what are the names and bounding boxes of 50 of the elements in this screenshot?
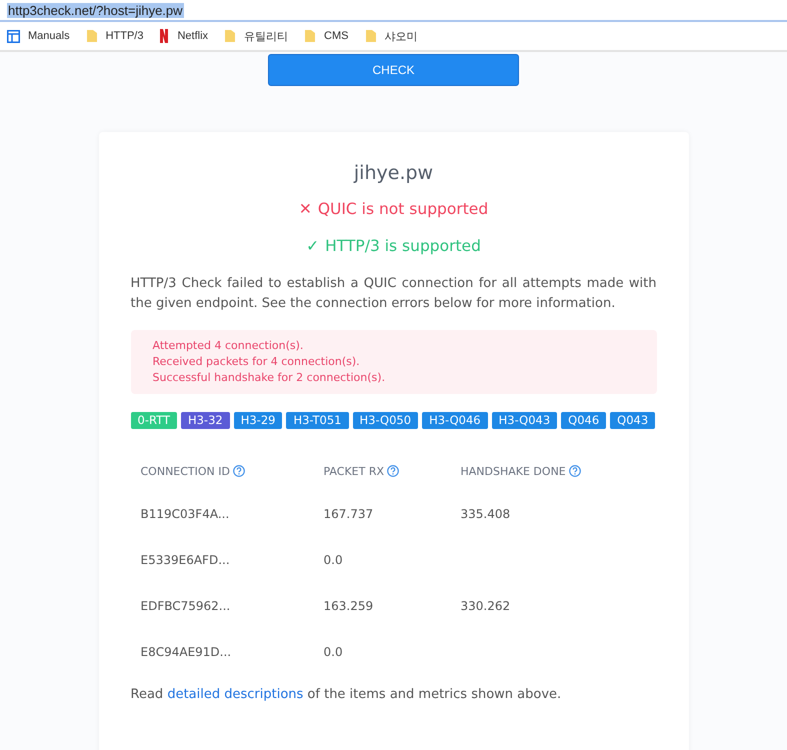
bookmark-link[interactable]: HTTP/3: [106, 30, 144, 42]
table-cell: 335.408: [460, 507, 510, 521]
version-tag: H3-T051: [286, 412, 349, 429]
version-tag: Q043: [610, 412, 656, 429]
status-text: QUIC is not supported: [318, 200, 488, 218]
help-icon[interactable]: [387, 465, 399, 477]
column-header: CONNECTION ID: [140, 464, 230, 478]
status-text: HTTP/3 is supported: [325, 237, 481, 255]
alert-line: Attempted 4 connection(s).: [152, 338, 304, 354]
alert-line: Received packets for 4 connection(s).: [152, 354, 361, 370]
folder-icon: [304, 29, 316, 43]
table-cell: EDFBC75962...: [140, 599, 230, 613]
version-tag: H3-32: [180, 412, 230, 429]
version-tag: 0-RTT: [130, 412, 177, 429]
version-tag: H3-Q050: [352, 412, 418, 429]
table-cell: 163.259: [324, 599, 374, 613]
version-tag: H3-29: [234, 412, 282, 429]
host-title: jihye.pw: [352, 162, 434, 184]
check-button[interactable]: CHECK: [268, 54, 519, 86]
version-tag: H3-Q046: [422, 412, 488, 429]
folder-icon: [364, 29, 376, 43]
version-tag: H3-Q043: [492, 412, 558, 429]
table-cell: E5339E6AFD...: [140, 553, 230, 567]
bookmark-link[interactable]: Netflix: [177, 30, 208, 42]
bookmark-link[interactable]: Manuals: [28, 30, 70, 42]
help-icon[interactable]: [568, 465, 581, 477]
column-header: HANDSHAKE DONE: [460, 464, 566, 478]
letter-n-icon: [159, 29, 170, 43]
help-icon[interactable]: [233, 465, 245, 477]
bookmark-link[interactable]: 유틸리티: [244, 28, 288, 44]
alert-line: Successful handshake for 2 connection(s).: [152, 370, 386, 386]
bookmark-link[interactable]: 샤오미: [384, 28, 418, 44]
folder-icon: [86, 29, 98, 43]
descriptions-link[interactable]: detailed descriptions: [167, 687, 304, 702]
footer-text: Read detailed descriptions of the items and metrics shown above.: [130, 687, 562, 702]
cross-icon: ✕: [298, 200, 312, 218]
app-grid-icon: [7, 30, 20, 42]
version-tag: Q046: [561, 412, 606, 429]
column-header: PACKET RX: [324, 464, 384, 478]
table-cell: B119C03F4A...: [140, 507, 230, 521]
table-cell: 0.0: [324, 553, 343, 567]
table-cell: 0.0: [324, 645, 343, 659]
bookmark-link[interactable]: CMS: [324, 30, 348, 42]
table-cell: E8C94AE91D...: [140, 645, 232, 659]
folder-icon: [224, 29, 236, 43]
description-text: HTTP/3 Check failed to establish a QUIC connection for all attempts made with the given endpoint. See the connection errors below for more information.: [130, 275, 656, 313]
check-icon: ✓: [306, 237, 320, 255]
url-field[interactable]: http3check.net/?host=jihye.pw: [7, 2, 184, 18]
table-cell: 330.262: [460, 599, 510, 613]
table-cell: 167.737: [324, 507, 374, 521]
